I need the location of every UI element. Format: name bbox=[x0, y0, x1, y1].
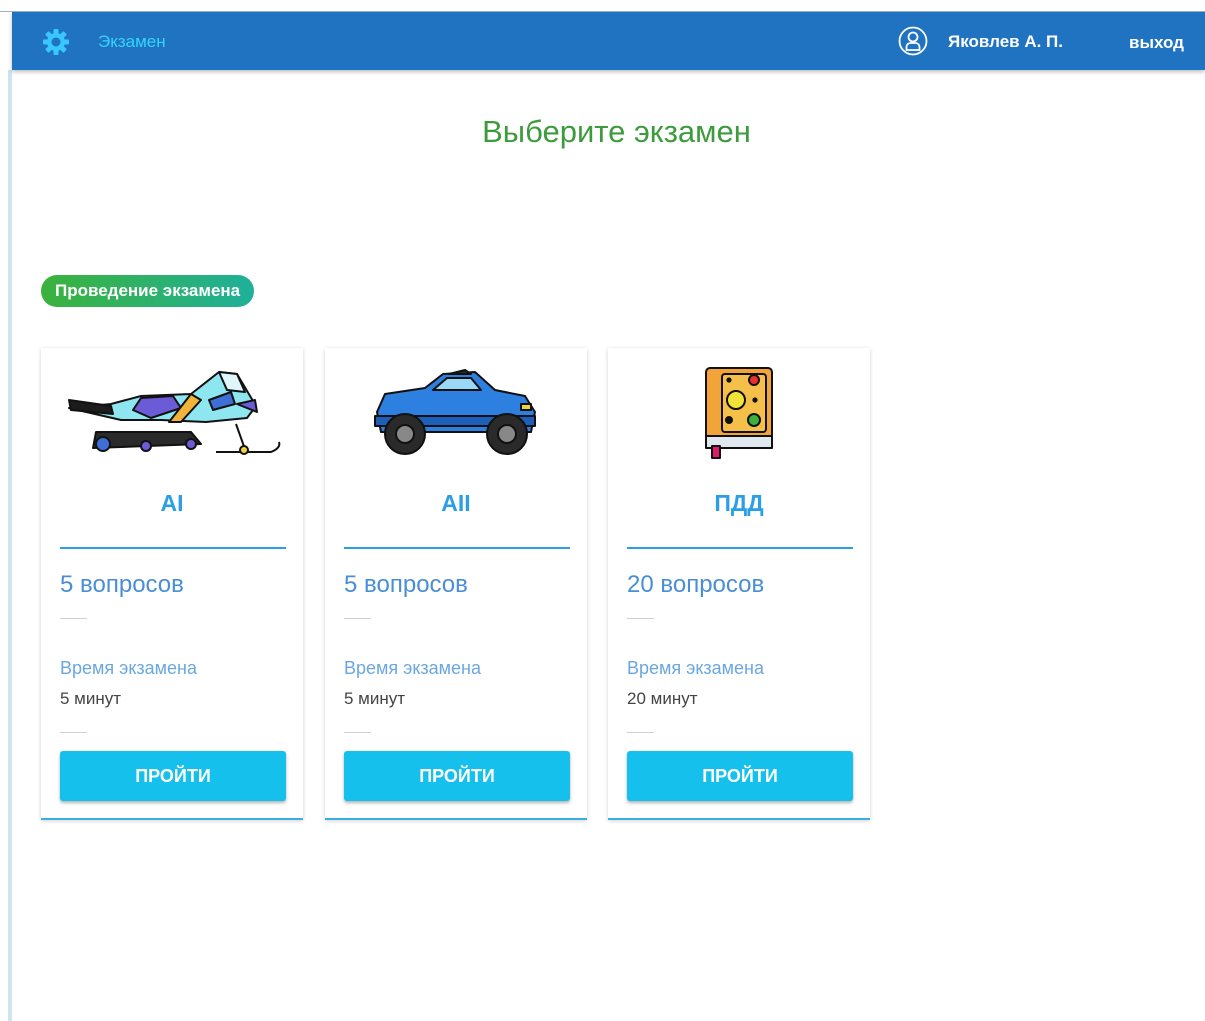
exam-title: AI bbox=[160, 490, 184, 516]
divider bbox=[344, 547, 570, 549]
left-border bbox=[8, 70, 12, 1021]
page-title: Выберите экзамен bbox=[482, 114, 751, 149]
divider bbox=[60, 547, 286, 549]
app-title[interactable]: Экзамен bbox=[98, 32, 166, 52]
logout-link[interactable]: выход bbox=[1129, 33, 1184, 53]
questions-count: 20 вопросов bbox=[627, 571, 765, 598]
time-label: Время экзамена bbox=[627, 658, 765, 678]
divider bbox=[627, 732, 654, 733]
exam-card-aii: AII 5 вопросов Время экзамена 5 минут ПР… bbox=[325, 348, 587, 820]
time-value: 20 минут bbox=[627, 689, 698, 708]
exam-title: AII bbox=[441, 490, 471, 516]
start-exam-button[interactable]: ПРОЙТИ bbox=[344, 751, 570, 801]
user-icon bbox=[898, 26, 928, 56]
exam-title: ПДД bbox=[714, 490, 764, 516]
status-badge: Проведение экзамена bbox=[41, 275, 255, 307]
questions-count: 5 вопросов bbox=[60, 571, 184, 598]
exam-card-ai: AI 5 вопросов Время экзамена 5 минут ПРО… bbox=[41, 348, 303, 820]
traffic-book-icon bbox=[705, 367, 773, 459]
start-exam-button[interactable]: ПРОЙТИ bbox=[627, 751, 853, 801]
car-icon bbox=[374, 369, 536, 455]
divider bbox=[627, 618, 654, 619]
start-exam-button[interactable]: ПРОЙТИ bbox=[60, 751, 286, 801]
divider bbox=[627, 547, 853, 549]
user-name: Яковлев А. П. bbox=[948, 32, 1063, 51]
gear-icon[interactable] bbox=[42, 28, 70, 56]
questions-count: 5 вопросов bbox=[344, 571, 468, 598]
divider bbox=[344, 618, 371, 619]
divider bbox=[344, 732, 371, 733]
time-value: 5 минут bbox=[344, 689, 406, 708]
time-label: Время экзамена bbox=[344, 658, 482, 678]
header-bar: Экзамен Яковлев А. П. выход bbox=[12, 12, 1205, 70]
divider bbox=[60, 618, 87, 619]
snowmobile-icon bbox=[68, 371, 281, 455]
time-value: 5 минут bbox=[60, 689, 122, 708]
time-label: Время экзамена bbox=[60, 658, 198, 678]
exam-card-pdd: ПДД 20 вопросов Время экзамена 20 минут … bbox=[608, 348, 870, 820]
divider bbox=[60, 732, 87, 733]
